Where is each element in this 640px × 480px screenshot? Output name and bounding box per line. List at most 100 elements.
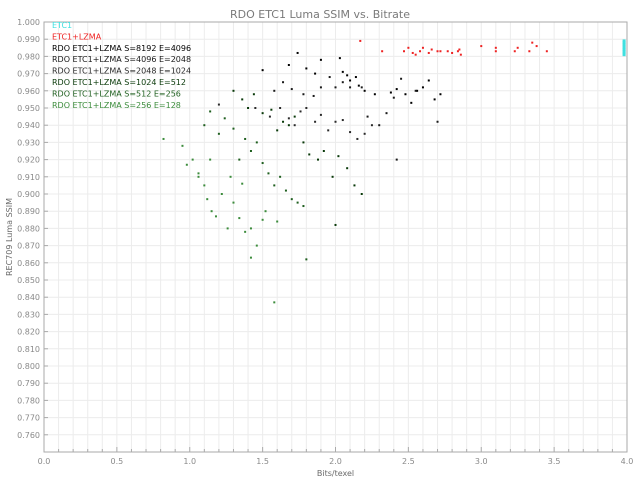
data-point	[302, 141, 305, 144]
data-point	[419, 50, 422, 53]
data-point	[385, 112, 388, 115]
data-point	[430, 48, 433, 51]
y-tick-label: 0.860	[17, 259, 40, 268]
data-point	[378, 124, 381, 127]
data-point	[305, 67, 308, 70]
data-point	[370, 124, 373, 127]
x-tick-label: 0.5	[111, 457, 124, 466]
data-point	[373, 93, 376, 96]
data-point	[302, 93, 305, 96]
data-point	[407, 46, 410, 49]
y-axis-ticks: 0.760 0.770 0.780 0.790 0.800 0.810 0.820 0.830…	[17, 18, 48, 440]
y-tick-label: 0.830	[17, 310, 40, 319]
legend-entry: RDO ETC1+LZMA S=4096 E=2048	[52, 55, 191, 64]
data-point	[252, 93, 255, 96]
data-point	[346, 167, 349, 170]
data-point	[334, 223, 337, 226]
data-point	[535, 45, 538, 48]
data-point	[209, 110, 212, 113]
data-point	[287, 64, 290, 66]
data-point	[354, 76, 357, 79]
data-point	[400, 77, 403, 80]
data-point	[261, 112, 264, 115]
data-point	[439, 93, 442, 96]
data-point	[232, 127, 235, 130]
legend-entry: ETC1+LZMA	[52, 32, 102, 41]
x-tick-label: 0.0	[38, 457, 51, 466]
data-point	[210, 210, 213, 213]
y-tick-label: 0.990	[17, 35, 40, 44]
data-point	[381, 50, 384, 53]
y-tick-label: 0.840	[17, 293, 40, 302]
y-tick-label: 0.890	[17, 207, 40, 216]
data-point	[341, 81, 344, 84]
data-point	[290, 88, 293, 91]
data-point	[513, 50, 516, 53]
data-point	[349, 79, 352, 82]
data-point	[249, 256, 252, 259]
data-point	[312, 94, 315, 97]
data-point	[334, 120, 337, 123]
data-point	[451, 51, 454, 54]
y-tick-label: 0.820	[17, 328, 40, 337]
data-point	[279, 175, 282, 178]
data-point	[261, 162, 264, 165]
data-point	[287, 124, 290, 127]
data-point	[264, 210, 267, 213]
data-point	[331, 175, 334, 178]
y-tick-label: 0.870	[17, 242, 40, 251]
y-axis-title: REC709 Luma SSIM	[5, 198, 14, 276]
data-point	[458, 48, 461, 51]
data-point	[255, 141, 258, 144]
y-tick-label: 0.930	[17, 138, 40, 147]
data-point	[214, 215, 217, 218]
data-point	[404, 93, 407, 96]
data-point	[305, 258, 308, 261]
data-point	[436, 120, 439, 123]
data-point	[296, 51, 299, 54]
data-point	[360, 193, 363, 195]
data-point	[334, 86, 337, 89]
data-point	[162, 137, 165, 140]
data-point	[531, 41, 534, 44]
data-point	[456, 50, 459, 53]
legend-entry: ETC1	[52, 21, 72, 30]
data-point	[421, 46, 424, 49]
y-tick-label: 0.960	[17, 87, 40, 96]
data-point	[433, 98, 436, 101]
y-tick-label: 0.940	[17, 121, 40, 130]
y-tick-label: 0.800	[17, 362, 40, 371]
data-point	[327, 129, 330, 132]
series-0	[622, 39, 626, 57]
data-point	[185, 163, 188, 166]
data-point	[395, 88, 398, 91]
data-point	[338, 57, 341, 60]
data-point	[357, 84, 360, 87]
x-axis-ticks: 0.0 0.5 1.0 1.5 2.0 2.5 3.0 3.5 4.0	[38, 447, 633, 466]
data-point	[229, 175, 232, 178]
x-tick-label: 2.5	[402, 457, 415, 466]
data-point	[314, 120, 317, 123]
data-point	[249, 227, 252, 230]
data-point	[305, 107, 308, 109]
data-point	[480, 45, 483, 48]
data-point	[317, 158, 320, 161]
data-point	[363, 89, 366, 92]
data-point	[293, 115, 296, 118]
data-point	[299, 110, 302, 113]
x-tick-label: 3.5	[548, 457, 561, 466]
data-point	[322, 150, 325, 152]
data-point	[293, 124, 296, 127]
data-point	[203, 184, 206, 187]
data-point	[528, 50, 531, 53]
data-point	[290, 198, 293, 201]
data-point	[341, 70, 344, 73]
data-point	[360, 86, 363, 89]
data-point	[403, 50, 406, 53]
y-tick-label: 0.880	[17, 224, 40, 233]
data-point	[287, 117, 290, 120]
data-point	[254, 107, 257, 109]
data-point	[226, 227, 229, 230]
data-point	[282, 120, 285, 123]
data-point	[220, 193, 223, 195]
